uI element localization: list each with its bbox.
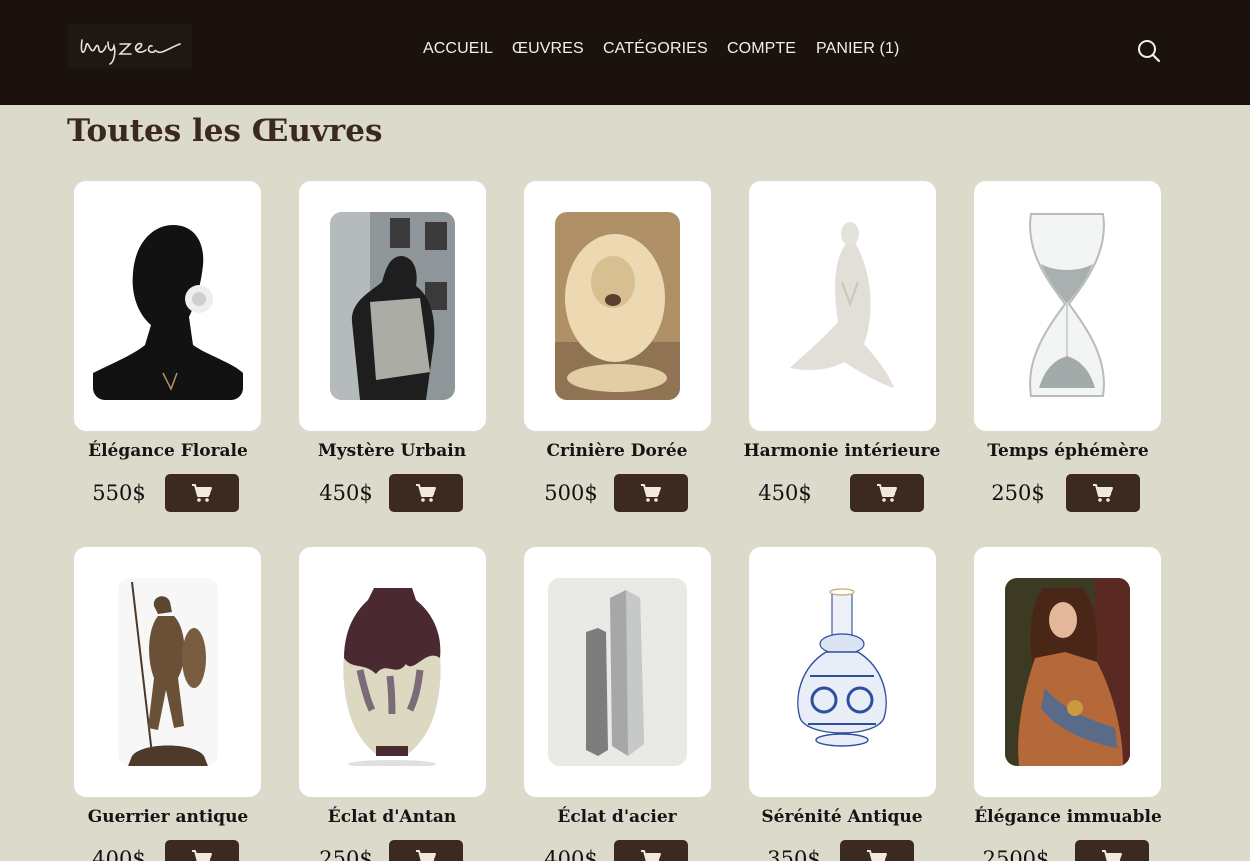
product-price: 350$ — [767, 847, 821, 861]
add-to-cart-button[interactable] — [614, 474, 688, 512]
product-card[interactable] — [524, 181, 711, 431]
product-name[interactable]: Élégance Florale — [48, 441, 288, 461]
product-price: 250$ — [991, 481, 1045, 505]
page-title: Toutes les Œuvres — [67, 113, 383, 149]
add-to-cart-button[interactable] — [389, 474, 463, 512]
cart-icon — [641, 850, 661, 861]
cart-icon — [416, 484, 436, 502]
add-to-cart-button[interactable] — [389, 840, 463, 861]
add-to-cart-button[interactable] — [840, 840, 914, 861]
add-to-cart-button[interactable] — [1075, 840, 1149, 861]
product-card[interactable] — [299, 181, 486, 431]
cart-icon — [1102, 850, 1122, 861]
product-price: 250$ — [319, 847, 373, 861]
logo-script — [80, 39, 181, 65]
site-header: myzea ACCUEIL ŒUVRES CATÉGORIES COMPTE P… — [0, 0, 1250, 105]
cart-icon — [416, 850, 436, 861]
nav-compte[interactable]: COMPTE — [727, 40, 796, 60]
product-card[interactable] — [74, 181, 261, 431]
product-image[interactable] — [118, 578, 218, 766]
product-price: 450$ — [758, 481, 812, 505]
product-name[interactable]: Temps éphémère — [948, 441, 1188, 461]
product-image[interactable] — [780, 212, 905, 400]
product-image[interactable] — [555, 212, 680, 400]
product-card[interactable] — [974, 181, 1161, 431]
nav-oeuvres[interactable]: ŒUVRES — [512, 40, 584, 60]
nav-panier[interactable]: PANIER (1) — [816, 40, 899, 60]
product-image[interactable] — [1005, 212, 1130, 400]
product-card[interactable] — [749, 547, 936, 797]
product-card[interactable] — [974, 547, 1161, 797]
cart-icon — [192, 484, 212, 502]
product-price: 500$ — [544, 481, 598, 505]
product-image[interactable] — [780, 578, 905, 766]
product-card[interactable] — [749, 181, 936, 431]
product-image[interactable] — [93, 213, 243, 400]
product-price: 450$ — [319, 481, 373, 505]
cart-icon — [1093, 484, 1113, 502]
product-name[interactable]: Éclat d'Antan — [272, 807, 512, 827]
product-name[interactable]: Élégance immuable — [948, 807, 1188, 827]
product-image[interactable] — [548, 578, 687, 766]
product-name[interactable]: Guerrier antique — [48, 807, 288, 827]
add-to-cart-button[interactable] — [165, 840, 239, 861]
product-image[interactable] — [1005, 578, 1130, 766]
product-price: 400$ — [544, 847, 598, 861]
search-icon[interactable] — [1136, 38, 1162, 64]
add-to-cart-button[interactable] — [614, 840, 688, 861]
add-to-cart-button[interactable] — [1066, 474, 1140, 512]
product-card[interactable] — [524, 547, 711, 797]
product-name[interactable]: Sérénité Antique — [722, 807, 962, 827]
product-card[interactable] — [74, 547, 261, 797]
cart-icon — [641, 484, 661, 502]
nav-categories[interactable]: CATÉGORIES — [603, 40, 708, 60]
nav-accueil[interactable]: ACCUEIL — [423, 40, 493, 60]
product-name[interactable]: Éclat d'acier — [497, 807, 737, 827]
product-price: 2500$ — [982, 847, 1050, 861]
add-to-cart-button[interactable] — [850, 474, 924, 512]
cart-icon — [877, 484, 897, 502]
product-price: 400$ — [92, 847, 146, 861]
cart-icon — [192, 850, 212, 861]
product-card[interactable] — [299, 547, 486, 797]
add-to-cart-button[interactable] — [165, 474, 239, 512]
product-name[interactable]: Harmonie intérieure — [722, 441, 962, 461]
product-image[interactable] — [330, 212, 455, 400]
cart-icon — [867, 850, 887, 861]
product-name[interactable]: Crinière Dorée — [497, 441, 737, 461]
brand-logo[interactable]: myzea — [68, 24, 192, 68]
product-image[interactable] — [330, 578, 455, 766]
product-name[interactable]: Mystère Urbain — [272, 441, 512, 461]
product-price: 550$ — [92, 481, 146, 505]
